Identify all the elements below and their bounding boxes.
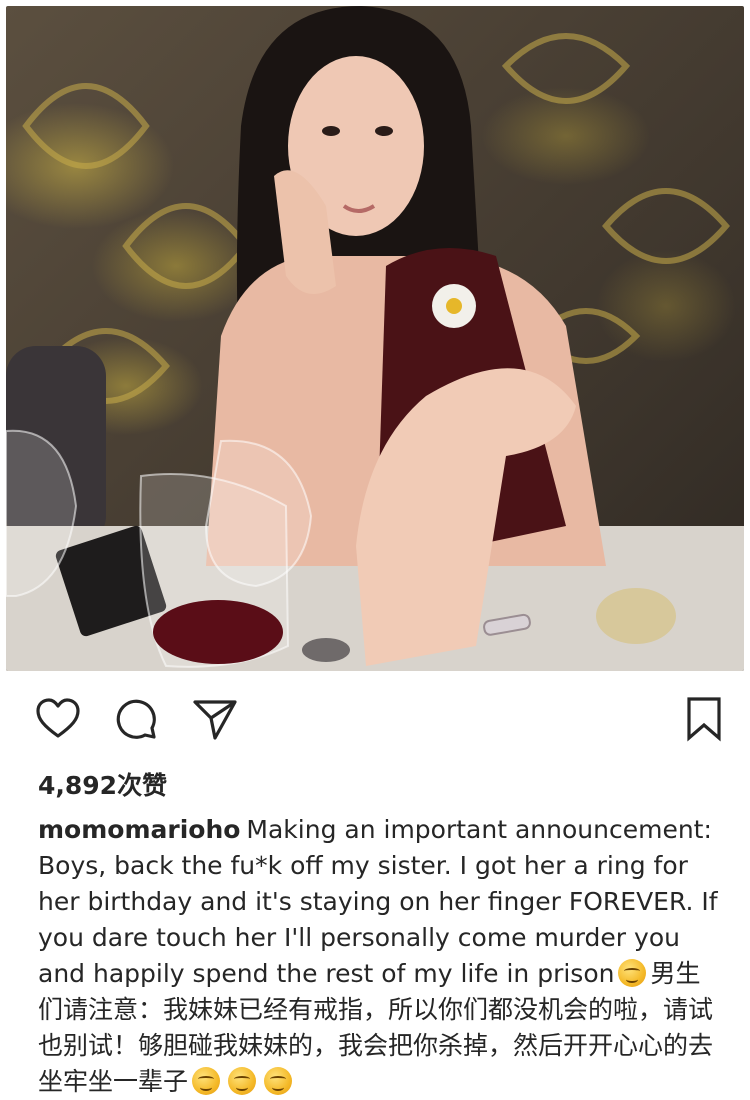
comment-icon[interactable] xyxy=(112,695,160,743)
photo-illustration xyxy=(6,6,744,671)
caption-username[interactable]: momomarioho xyxy=(38,815,240,844)
post-photo[interactable] xyxy=(6,6,744,671)
send-icon[interactable] xyxy=(191,695,239,743)
bookmark-icon[interactable] xyxy=(680,695,728,743)
post-actions-bar xyxy=(0,695,750,743)
upside-down-face-icon xyxy=(618,959,647,987)
upside-down-face-icon xyxy=(264,1067,293,1095)
upside-down-face-icon xyxy=(228,1067,257,1095)
like-count[interactable]: 4,892次赞 xyxy=(38,766,167,802)
post-caption: momomarioho Making an important announcem… xyxy=(38,812,718,1100)
heart-icon[interactable] xyxy=(34,695,82,743)
upside-down-face-icon xyxy=(192,1067,221,1095)
